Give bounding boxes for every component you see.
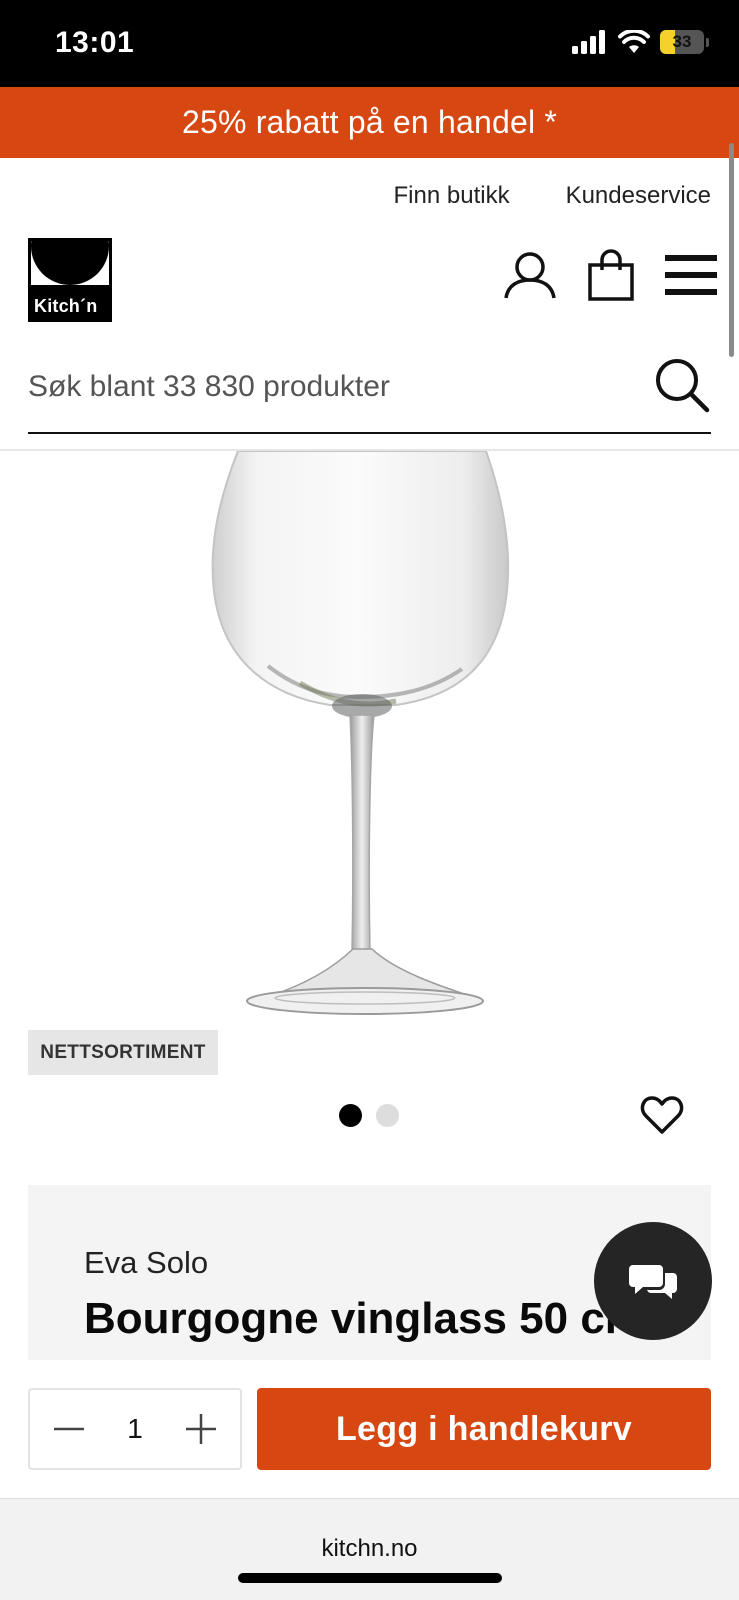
carousel-dot-2[interactable] (376, 1104, 399, 1127)
product-badge: NETTSORTIMENT (28, 1030, 218, 1075)
heart-icon[interactable] (640, 1093, 684, 1137)
quantity-value[interactable]: 1 (127, 1413, 143, 1445)
shopping-bag-icon[interactable] (587, 248, 635, 302)
promo-text: 25% rabatt på en handel * (181, 104, 558, 140)
status-bar: 13:01 33 (0, 0, 739, 87)
status-time: 13:01 (55, 26, 135, 59)
search-icon[interactable] (653, 356, 711, 414)
user-icon[interactable] (503, 250, 557, 300)
cellular-signal-icon (572, 30, 605, 54)
buy-bar: 1 Legg i handlekurv (0, 1360, 739, 1498)
top-links: Finn butikk Kundeservice (394, 182, 711, 210)
image-carousel-dots (339, 1104, 399, 1127)
url-text[interactable]: kitchn.no (0, 1535, 739, 1563)
search-bar (28, 352, 711, 434)
chat-button[interactable] (594, 1222, 712, 1340)
find-store-link[interactable]: Finn butikk (394, 182, 510, 210)
header-actions (503, 248, 717, 302)
carousel-dot-1[interactable] (339, 1104, 362, 1127)
plus-icon[interactable] (184, 1412, 218, 1446)
quantity-stepper: 1 (28, 1388, 242, 1470)
browser-url-bar[interactable]: kitchn.no (0, 1498, 739, 1600)
battery-icon: 33 (660, 30, 704, 54)
battery-level: 33 (672, 32, 692, 51)
logo-text: Kitch´n (34, 296, 98, 316)
wifi-icon (618, 30, 650, 53)
home-indicator[interactable] (238, 1573, 502, 1583)
product-brand[interactable]: Eva Solo (84, 1245, 208, 1281)
product-title: Bourgogne vinglass 50 cl (84, 1294, 618, 1343)
battery-tip (706, 37, 709, 47)
hamburger-menu-icon[interactable] (665, 252, 717, 298)
chat-bubbles-icon (629, 1265, 677, 1299)
status-icons: 33 (572, 30, 709, 54)
add-to-cart-button[interactable]: Legg i handlekurv (257, 1388, 711, 1470)
product-image-wine-glass[interactable] (0, 451, 739, 1051)
promo-banner[interactable]: 25% rabatt på en handel * (0, 87, 739, 158)
minus-icon[interactable] (52, 1412, 86, 1446)
customer-service-link[interactable]: Kundeservice (566, 182, 711, 210)
page-scrollbar[interactable] (729, 143, 734, 357)
kitchn-logo[interactable]: Kitch´n (28, 238, 112, 322)
search-input[interactable] (28, 362, 628, 412)
